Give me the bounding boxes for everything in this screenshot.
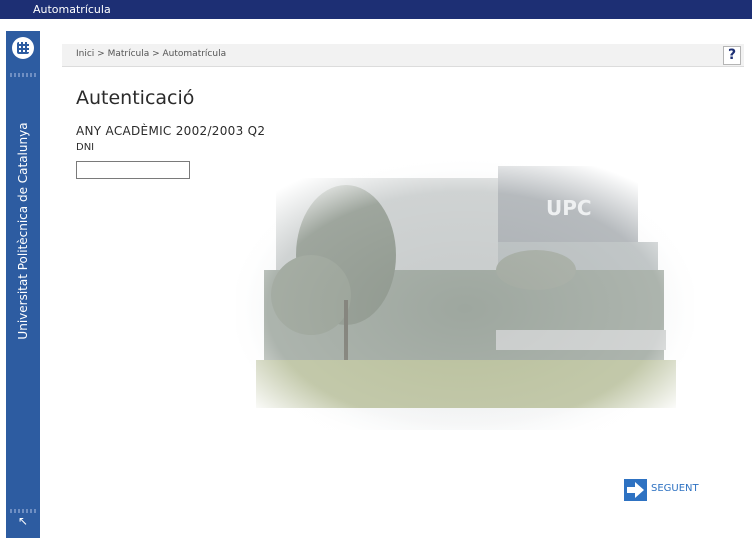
breadcrumb[interactable]: Inici > Matrícula > Automatrícula [76, 49, 226, 59]
page-title: Autenticació [76, 87, 195, 109]
campus-photo: UPC [236, 160, 694, 430]
sidebar-divider [10, 73, 36, 77]
window-titlebar: Automatrícula [0, 0, 752, 19]
sidebar-divider-bottom [10, 509, 36, 513]
next-button-label: SEGUENT [651, 483, 699, 494]
dni-label: DNI [76, 142, 95, 153]
arrow-right-icon [624, 479, 647, 501]
logo-grid [17, 42, 29, 54]
dni-input[interactable] [76, 161, 190, 179]
window-title: Automatrícula [33, 3, 111, 16]
upc-logo-icon[interactable] [12, 37, 34, 59]
upc-sign-text: UPC [546, 196, 592, 220]
arrow-up-left-icon[interactable]: ↖ [17, 515, 29, 527]
sidebar: Universitat Politècnica de Catalunya ↖ [6, 31, 40, 538]
help-button[interactable]: ? [723, 46, 741, 65]
academic-year: ANY ACADÈMIC 2002/2003 Q2 [76, 124, 266, 138]
sidebar-org-name: Universitat Politècnica de Catalunya [16, 122, 30, 340]
campus-building-image: UPC [236, 160, 694, 430]
breadcrumb-bar: Inici > Matrícula > Automatrícula ? [62, 44, 744, 67]
